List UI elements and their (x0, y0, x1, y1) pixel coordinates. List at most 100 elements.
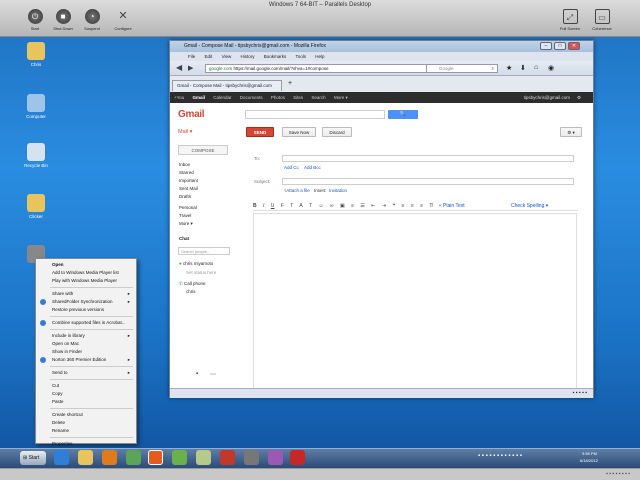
numbered-list-icon[interactable]: ≡ (351, 203, 354, 209)
desktop-icon-recycle-bin[interactable]: Recycle Bin (22, 143, 50, 168)
coherence-button[interactable]: ▭ Coherence (589, 9, 615, 31)
font-icon[interactable]: F (281, 203, 284, 209)
gbar-search[interactable]: Search (311, 95, 325, 100)
taskbar-filezilla-icon[interactable] (220, 450, 235, 465)
clock-date[interactable]: 6/18/2012 (580, 458, 598, 463)
taskbar-folder-icon[interactable] (196, 450, 211, 465)
context-menu-item[interactable]: Create shortcut (36, 411, 136, 419)
bulleted-list-icon[interactable]: ☰ (360, 203, 364, 209)
context-menu-item[interactable]: Send to ▸ (36, 369, 136, 377)
device-icons[interactable]: ▪ ▪ ▪ ▪ ▪ ▪ ▪ ▪ (606, 471, 630, 477)
context-menu-item[interactable]: Include in library ▸ (36, 332, 136, 340)
text-color-icon[interactable]: A (299, 203, 302, 209)
context-menu-item[interactable]: SharedFolder Synchronization ▸ (36, 298, 136, 306)
back-icon[interactable]: ◀ (176, 63, 182, 72)
forward-icon[interactable]: ▶ (188, 64, 193, 72)
maximize-button[interactable]: □ (554, 42, 566, 50)
gmail-search-button[interactable]: 🔍 (388, 110, 418, 119)
indent-more-icon[interactable]: ⇥ (382, 203, 386, 209)
nav-personal[interactable]: Personal (179, 205, 197, 210)
mail-dropdown[interactable]: Mail ▾ (178, 129, 192, 135)
nav-starred[interactable]: Starred (179, 170, 194, 175)
context-menu-item[interactable]: Copy (36, 390, 136, 398)
align-left-icon[interactable]: ≡ (402, 203, 405, 209)
link-icon[interactable]: ∞ (330, 203, 334, 209)
taskbar-app3-icon[interactable] (268, 450, 283, 465)
context-menu-item[interactable]: Norton 360 Premier Edition ▸ (36, 356, 136, 364)
font-size-icon[interactable]: T (290, 203, 293, 209)
context-menu-item[interactable]: Restore previous versions (36, 306, 136, 314)
start-vm-button[interactable]: ⏻ Start (22, 9, 48, 31)
nav-drafts[interactable]: Drafts (179, 194, 191, 199)
account-email[interactable]: tipsbychris@gmail.com (524, 92, 570, 103)
underline-icon[interactable]: U (271, 203, 275, 209)
chat-search-input[interactable]: Search people... (178, 247, 230, 255)
context-menu-item[interactable]: Properties (36, 440, 136, 448)
emoji-icon[interactable]: ☺ (318, 203, 323, 209)
start-button[interactable]: ⊞ Start (20, 451, 46, 465)
align-right-icon[interactable]: ≡ (420, 203, 423, 209)
remove-format-icon[interactable]: T̸ (429, 203, 432, 209)
subject-input[interactable] (282, 178, 574, 185)
menu-view[interactable]: View (222, 54, 232, 59)
home-icon[interactable]: ⌂ (534, 64, 538, 71)
context-menu-item[interactable]: Delete (36, 419, 136, 427)
suspend-button[interactable]: ◔ Suspend (79, 9, 105, 31)
configure-button[interactable]: ✕ Configure (110, 9, 136, 31)
plain-text-link[interactable]: « Plain Text (439, 203, 465, 209)
more-options-icon[interactable]: ⋯ (210, 371, 216, 378)
nav-important[interactable]: Important (179, 178, 198, 183)
nav-more[interactable]: More ▾ (179, 221, 193, 227)
context-menu-item[interactable]: Open on Mac (36, 340, 136, 348)
invitation-link[interactable]: Invitation (329, 188, 347, 193)
add-bcc-link[interactable]: Add Bcc (304, 165, 321, 170)
full-screen-button[interactable]: ⤢ Full Screen (557, 9, 583, 31)
gbar-calendar[interactable]: Calendar (213, 95, 231, 100)
discard-button[interactable]: Discard (322, 127, 352, 137)
context-menu-item[interactable]: Play with Windows Media Player (36, 277, 136, 285)
context-menu-item[interactable]: Show in Finder (36, 348, 136, 356)
bookmark-icon[interactable]: ★ (506, 64, 512, 72)
bold-icon[interactable]: B (253, 203, 257, 209)
call-phone-link[interactable]: ✆ Call phone (179, 281, 206, 287)
taskbar-finder-icon[interactable] (172, 450, 187, 465)
menu-tools[interactable]: Tools (295, 54, 306, 59)
save-now-button[interactable]: Save Now (282, 127, 316, 137)
gmail-search-input[interactable] (245, 110, 385, 119)
settings-gear-icon[interactable]: ⚙ (577, 92, 581, 103)
nav-inbox[interactable]: Inbox (179, 162, 190, 167)
chat-self[interactable]: ● chris miyamoto (179, 261, 213, 266)
context-menu-item[interactable]: Rename (36, 427, 136, 435)
search-bar[interactable]: Google ⌕ (426, 64, 498, 73)
compose-button[interactable]: COMPOSE (178, 145, 228, 155)
check-spelling-link[interactable]: Check Spelling ▾ (511, 203, 548, 209)
chat-status-dropdown[interactable]: Set status here (186, 270, 216, 275)
taskbar-app-icon[interactable] (126, 450, 141, 465)
context-menu-item[interactable]: Open (36, 261, 136, 269)
add-cc-link[interactable]: Add Cc (284, 165, 299, 170)
taskbar-firefox-icon[interactable] (148, 450, 163, 465)
menu-history[interactable]: History (241, 54, 255, 59)
indent-less-icon[interactable]: ⇤ (371, 203, 375, 209)
taskbar-explorer-icon[interactable] (78, 450, 93, 465)
url-bar[interactable]: google.com https://mail.google.com/mail/… (205, 64, 430, 73)
clock-time[interactable]: 9:55 PM (582, 451, 597, 456)
context-menu-item[interactable]: Paste (36, 398, 136, 406)
desktop-icon-computer[interactable]: Computer (22, 94, 50, 119)
menu-bookmarks[interactable]: Bookmarks (264, 54, 287, 59)
desktop-icon-user-folder[interactable]: Chris (22, 42, 50, 67)
taskbar-ie-icon[interactable] (54, 450, 69, 465)
gbar-sites[interactable]: Sites (293, 95, 303, 100)
context-menu-item[interactable]: Cut (36, 382, 136, 390)
minimize-button[interactable]: – (540, 42, 552, 50)
new-tab-icon[interactable]: + (288, 80, 292, 87)
chat-bubble-icon[interactable]: ▪ (196, 371, 198, 377)
attach-file-link[interactable]: ⌇Attach a file (284, 188, 310, 194)
taskbar-app2-icon[interactable] (244, 450, 259, 465)
nav-sent-mail[interactable]: Sent Mail (179, 186, 198, 191)
gbar-documents[interactable]: Documents (240, 95, 263, 100)
nav-travel[interactable]: Travel (179, 213, 191, 218)
context-menu-item[interactable]: Combine supported files in Acrobat... (36, 319, 136, 327)
tab-gmail[interactable]: Gmail - Compose Mail - tipsbychris@gmail… (172, 80, 282, 91)
desktop-icon-clicker[interactable]: Clicker (22, 194, 50, 219)
